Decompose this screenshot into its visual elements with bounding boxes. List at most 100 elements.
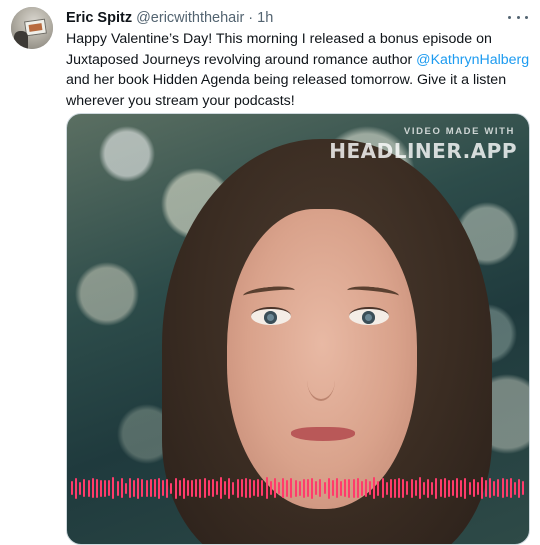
waveform-bar <box>464 477 467 499</box>
waveform-bar <box>389 478 392 498</box>
waveform-bar <box>447 479 450 497</box>
waveform-bar <box>290 478 293 498</box>
waveform-bar <box>269 481 272 495</box>
waveform-bar <box>315 481 318 495</box>
waveform-bar <box>522 481 525 495</box>
portrait-face <box>227 209 417 509</box>
waveform-bar <box>79 481 82 495</box>
mention-link[interactable]: @KathrynHalberg <box>416 52 529 68</box>
waveform-bar <box>402 478 405 498</box>
waveform-bar <box>422 481 425 495</box>
waveform-bar <box>104 479 107 497</box>
waveform-bar <box>319 479 322 497</box>
waveform-bar <box>116 480 119 496</box>
waveform-bar <box>298 480 301 496</box>
waveform-bar <box>112 477 115 499</box>
tweet-text-part: and her book Hidden Agenda being release… <box>66 72 507 109</box>
waveform-bar <box>137 477 140 499</box>
waveform-bar <box>505 479 508 497</box>
video-media[interactable]: VIDEO MADE WITH HEADLINER.APP <box>66 113 530 545</box>
waveform-bar <box>493 480 496 496</box>
waveform-bar <box>162 480 165 496</box>
waveform-bar <box>294 479 297 497</box>
waveform-bar <box>302 478 305 498</box>
waveform-bar <box>480 477 483 499</box>
waveform-bar <box>373 477 376 499</box>
more-horizontal-icon[interactable] <box>508 11 528 23</box>
left-eye <box>251 307 291 325</box>
waveform-bar <box>149 479 152 497</box>
waveform-bar <box>472 479 475 497</box>
waveform-bar <box>518 478 521 498</box>
waveform-bar <box>348 478 351 498</box>
waveform-bar <box>385 481 388 495</box>
waveform-bar <box>323 482 326 494</box>
waveform-bar <box>203 478 206 498</box>
waveform-bar <box>307 479 310 497</box>
nose <box>307 359 335 401</box>
waveform-bar <box>91 478 94 498</box>
waveform-bar <box>261 480 264 496</box>
waveform-bar <box>128 478 131 498</box>
waveform-bar <box>398 478 401 498</box>
waveform-bar <box>124 482 127 494</box>
waveform-bar <box>207 480 210 496</box>
waveform-bar <box>199 478 202 498</box>
waveform-bar <box>468 481 471 495</box>
waveform-bar <box>381 478 384 498</box>
avatar[interactable] <box>11 7 53 49</box>
waveform-bar <box>99 479 102 497</box>
waveform-bar <box>178 480 181 496</box>
waveform-bar <box>166 478 169 498</box>
waveform-bar <box>497 479 500 497</box>
waveform-bar <box>360 480 363 496</box>
waveform-bar <box>410 478 413 498</box>
waveform-bar <box>460 479 463 497</box>
waveform-bar <box>427 478 430 498</box>
waveform-bar <box>71 481 73 495</box>
waveform-bar <box>170 482 173 494</box>
mouth <box>291 427 355 441</box>
waveform-bar <box>83 479 86 497</box>
waveform-bar <box>215 481 218 495</box>
waveform-bar <box>476 481 479 495</box>
waveform-bar <box>95 478 98 498</box>
waveform-bar <box>145 479 148 497</box>
waveform-bar <box>182 477 185 499</box>
avatar-person <box>14 31 28 49</box>
waveform-bar <box>236 478 239 498</box>
right-eyebrow <box>346 284 400 302</box>
waveform-bar <box>232 481 235 495</box>
waveform-bar <box>352 478 355 498</box>
waveform-bar <box>509 478 512 498</box>
waveform-bar <box>369 481 372 495</box>
waveform-bar <box>435 477 438 499</box>
waveform-bar <box>174 477 177 499</box>
waveform-bar <box>331 480 334 496</box>
waveform-bar <box>75 477 78 499</box>
waveform-bar <box>186 480 189 496</box>
waveform-bar <box>393 478 396 498</box>
waveform-bar <box>414 480 417 496</box>
left-eyebrow <box>242 284 296 302</box>
waveform-bar <box>257 479 260 497</box>
waveform-bar <box>439 479 442 497</box>
waveform-bar <box>356 478 359 498</box>
timestamp[interactable]: 1h <box>257 10 273 26</box>
waveform-bar <box>244 478 247 498</box>
author-name[interactable]: Eric Spitz <box>66 10 132 26</box>
waveform-bar <box>249 478 252 498</box>
waveform-bar <box>273 478 276 498</box>
waveform-bar <box>157 477 160 499</box>
waveform-bar <box>364 479 367 497</box>
waveform-bar <box>311 477 314 499</box>
waveform-bar <box>456 478 459 498</box>
more-dot <box>516 15 520 19</box>
waveform-bar <box>220 477 223 499</box>
author-handle[interactable]: @ericwiththehair <box>136 10 244 26</box>
right-eye <box>349 307 389 325</box>
waveform-bar <box>265 477 268 499</box>
tweet[interactable]: Eric Spitz @ericwiththehair · 1h Happy V… <box>0 0 540 545</box>
tweet-text: Happy Valentine’s Day! This morning I re… <box>66 29 532 111</box>
waveform-bar <box>228 477 231 499</box>
